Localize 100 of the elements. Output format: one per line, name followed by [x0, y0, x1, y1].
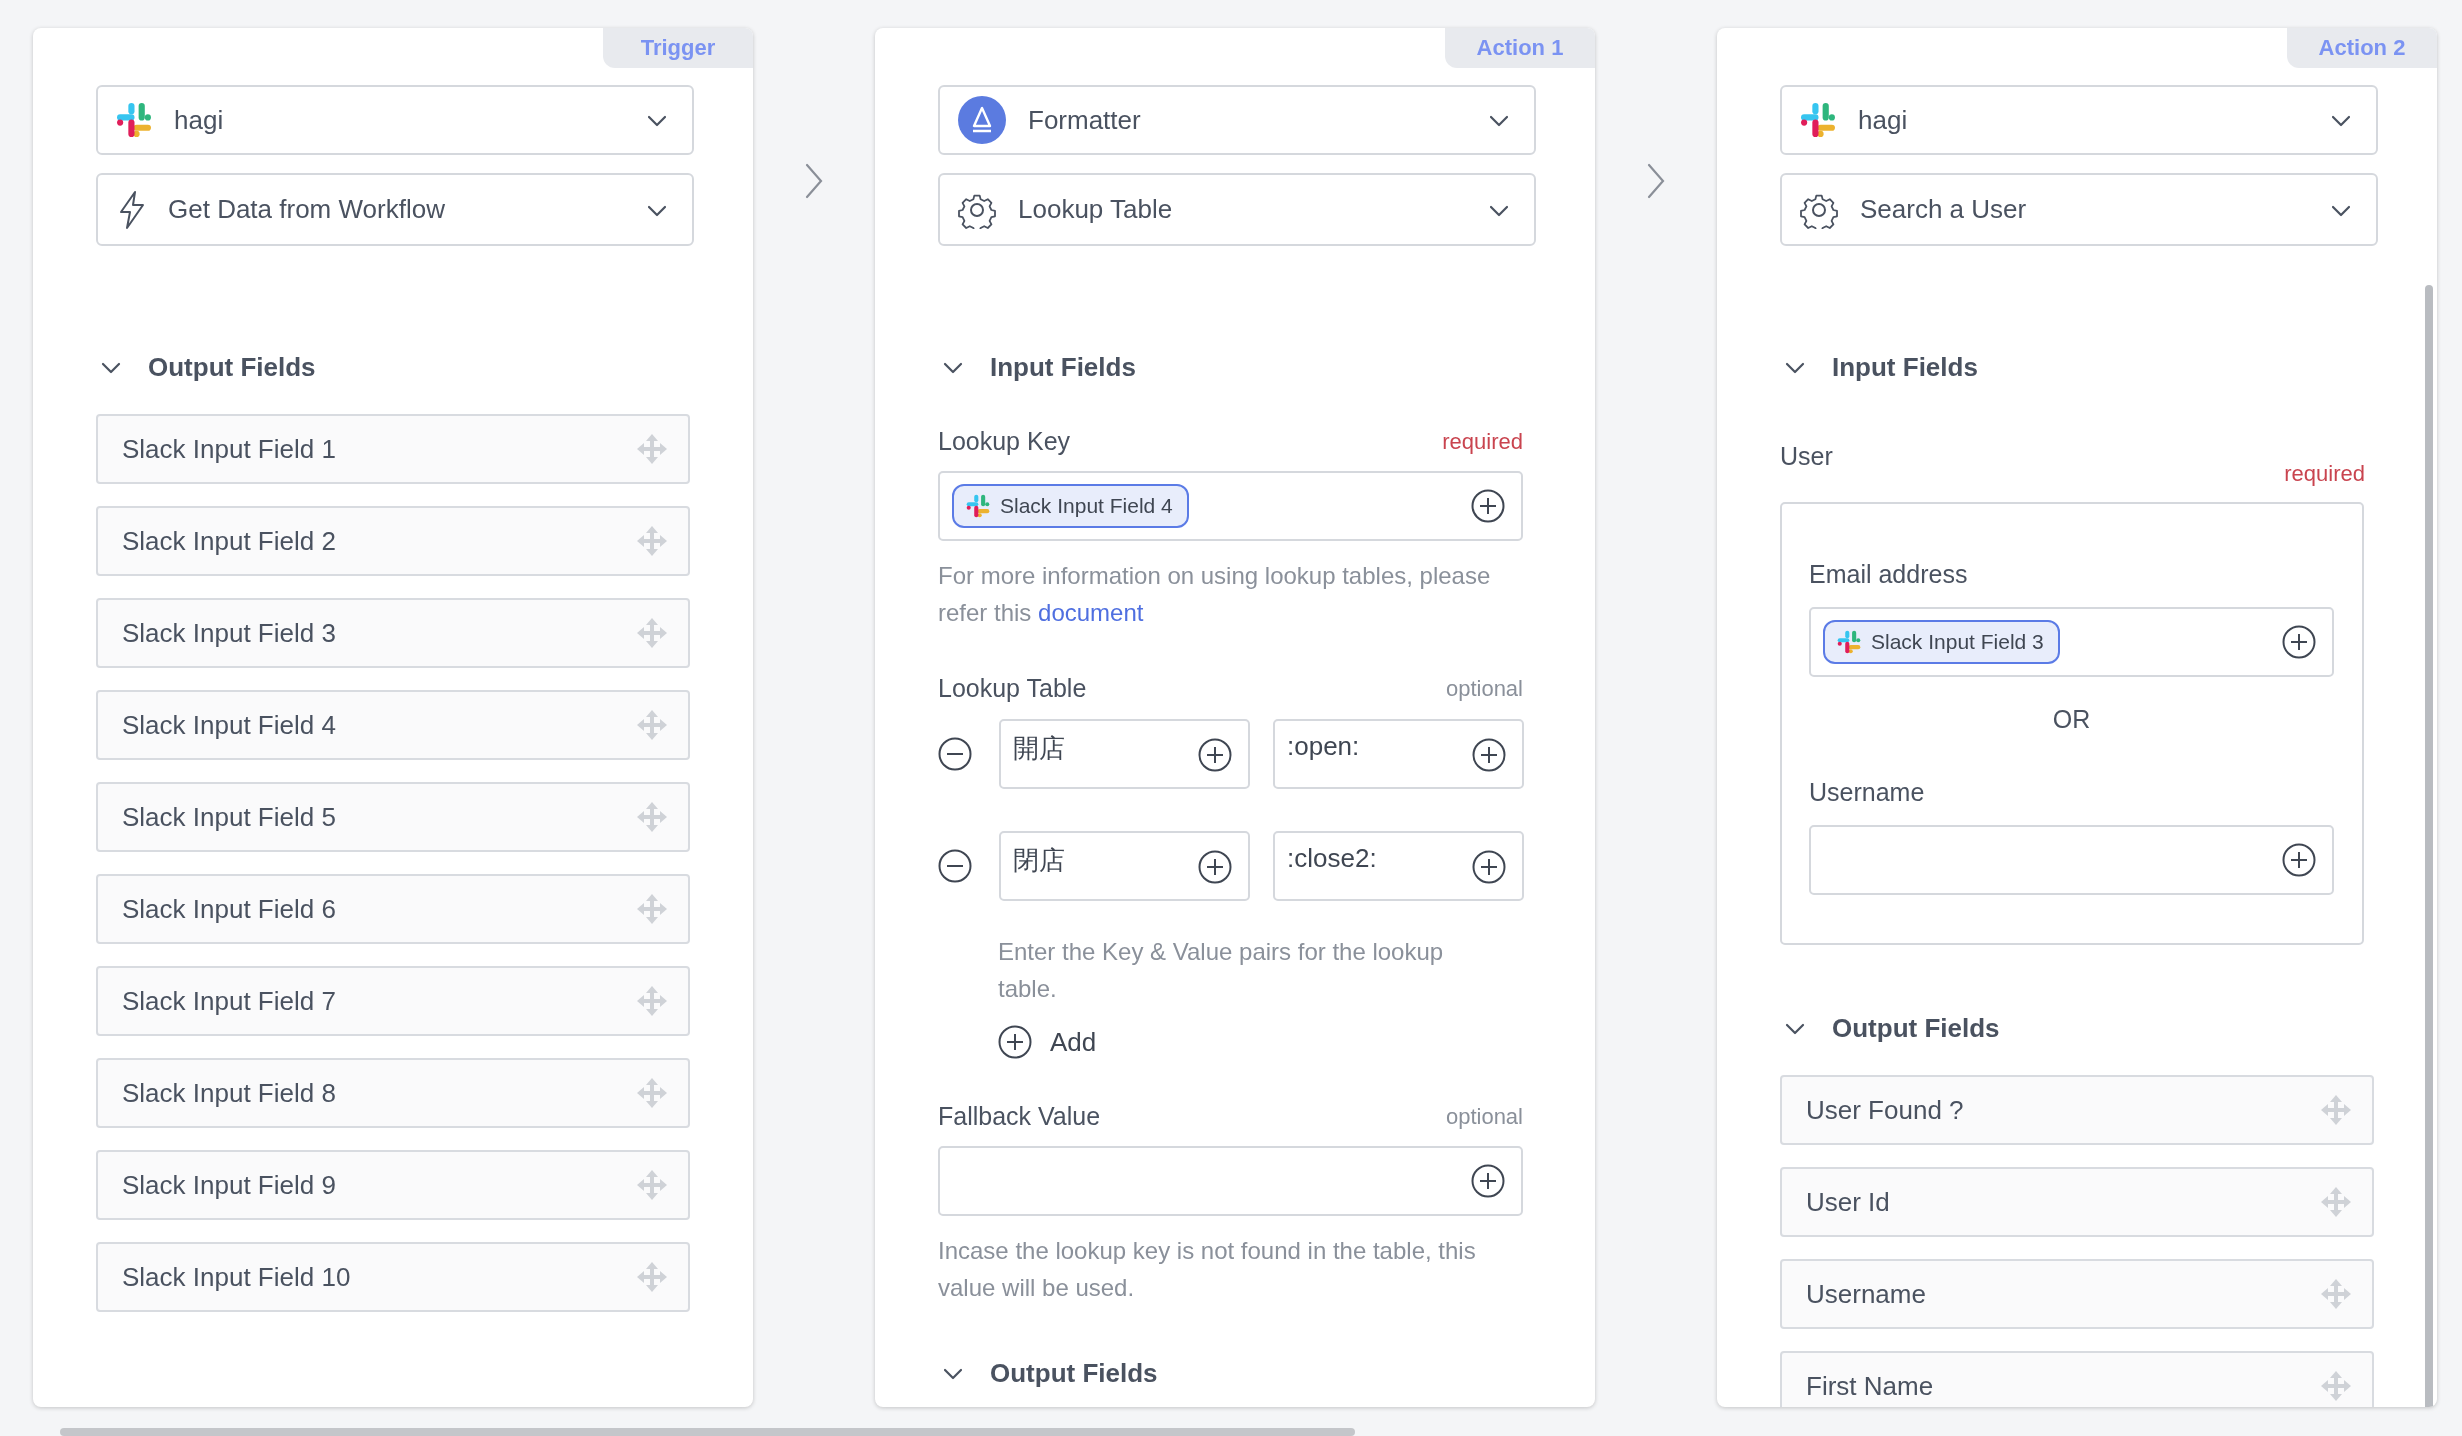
field-name: User Found ?: [1806, 1094, 1964, 1126]
app-dropdown[interactable]: Formatter: [938, 85, 1536, 155]
section-title: Output Fields: [148, 351, 316, 383]
move-handle-icon[interactable]: [636, 801, 668, 833]
field-label: User: [1780, 442, 1833, 471]
output-field[interactable]: Slack Input Field 10: [96, 1242, 690, 1312]
output-field[interactable]: User Found ?: [1780, 1075, 2374, 1145]
key-field[interactable]: 閉店: [999, 831, 1250, 901]
field-name: Slack Input Field 2: [122, 525, 336, 557]
output-field[interactable]: Slack Input Field 4: [96, 690, 690, 760]
minus-circle-icon[interactable]: [938, 737, 972, 771]
output-field[interactable]: Slack Input Field 3: [96, 598, 690, 668]
field-label: Fallback Value: [938, 1102, 1101, 1131]
field-name: Slack Input Field 3: [122, 617, 336, 649]
step-label: Trigger: [603, 28, 753, 68]
output-field[interactable]: Username: [1780, 1259, 2374, 1329]
move-handle-icon[interactable]: [2320, 1094, 2352, 1126]
plus-circle-icon[interactable]: [998, 1025, 1032, 1059]
value-field[interactable]: :open:: [1273, 719, 1524, 789]
move-handle-icon[interactable]: [636, 985, 668, 1017]
help-text: For more information on using lookup tables, please refer this document: [938, 561, 1492, 628]
app-dropdown[interactable]: hagi: [96, 85, 694, 155]
section-title: Input Fields: [1832, 351, 1978, 383]
move-handle-icon[interactable]: [636, 433, 668, 465]
help-text: Incase the lookup key is not found in the table, this value will be used.: [938, 1236, 1477, 1303]
key-field[interactable]: 開店: [999, 719, 1250, 789]
move-handle-icon[interactable]: [636, 1261, 668, 1293]
app-logo-icon: [966, 494, 990, 518]
move-handle-icon[interactable]: [636, 893, 668, 925]
plus-circle-icon[interactable]: [1471, 1164, 1505, 1198]
add-button[interactable]: Add: [998, 1025, 1097, 1059]
field-name: Slack Input Field 8: [122, 1077, 336, 1109]
app-logo-icon: [958, 96, 1006, 144]
section-title: Output Fields: [990, 1357, 1158, 1389]
output-field[interactable]: First Name: [1780, 1351, 2374, 1407]
event-dropdown[interactable]: Get Data from Workflow: [96, 173, 694, 246]
step-label: Action 2: [2287, 28, 2437, 68]
plus-circle-icon[interactable]: [1471, 489, 1505, 523]
move-handle-icon[interactable]: [636, 709, 668, 741]
move-handle-icon[interactable]: [636, 617, 668, 649]
event-dropdown[interactable]: Lookup Table: [938, 173, 1536, 246]
output-field[interactable]: Slack Input Field 2: [96, 506, 690, 576]
section-title: Input Fields: [990, 351, 1136, 383]
move-handle-icon[interactable]: [2320, 1370, 2352, 1402]
field-name: Slack Input Field 7: [122, 985, 336, 1017]
field-name: User Id: [1806, 1186, 1890, 1218]
output-field[interactable]: Slack Input Field 8: [96, 1058, 690, 1128]
move-handle-icon[interactable]: [636, 1077, 668, 1109]
field-name: Slack Input Field 5: [122, 801, 336, 833]
field-name: Slack Input Field 1: [122, 433, 336, 465]
move-handle-icon[interactable]: [2320, 1278, 2352, 1310]
scrollbar-thumb[interactable]: [2425, 285, 2433, 1407]
field-token[interactable]: Slack Input Field 4: [952, 484, 1189, 528]
app-logo-icon: [1837, 630, 1861, 654]
field-label: Username: [1809, 778, 1926, 807]
input-field[interactable]: Slack Input Field 3: [1809, 607, 2334, 677]
plus-circle-icon[interactable]: [1198, 850, 1232, 884]
field-name: Slack Input Field 6: [122, 893, 336, 925]
value-field[interactable]: :close2:: [1273, 831, 1524, 901]
input-field[interactable]: Slack Input Field 4: [938, 471, 1523, 541]
output-field[interactable]: Slack Input Field 1: [96, 414, 690, 484]
move-handle-icon[interactable]: [636, 525, 668, 557]
requirement-label: optional: [1445, 675, 1523, 702]
plus-circle-icon[interactable]: [1472, 738, 1506, 772]
step-label: Action 1: [1445, 28, 1595, 68]
input-field[interactable]: [1809, 825, 2334, 895]
field-name: Slack Input Field 10: [122, 1261, 351, 1293]
output-field[interactable]: Slack Input Field 5: [96, 782, 690, 852]
input-field[interactable]: [938, 1146, 1523, 1216]
chevron-right-icon: [1646, 163, 1666, 199]
field-name: First Name: [1806, 1370, 1934, 1402]
help-text: Enter the Key & Value pairs for the lookup table.: [998, 937, 1445, 1004]
field-label: Email address: [1809, 560, 1969, 589]
field-label: Lookup Table: [938, 674, 1087, 703]
event-dropdown[interactable]: Search a User: [1780, 173, 2378, 246]
requirement-label: optional: [1445, 1103, 1523, 1130]
plus-circle-icon[interactable]: [1472, 850, 1506, 884]
field-label: Lookup Key: [938, 427, 1071, 456]
plus-circle-icon[interactable]: [2282, 843, 2316, 877]
output-field[interactable]: Slack Input Field 6: [96, 874, 690, 944]
move-handle-icon[interactable]: [2320, 1186, 2352, 1218]
field-name: Slack Input Field 9: [122, 1169, 336, 1201]
section-title: Output Fields: [1832, 1012, 2000, 1044]
requirement-label: required: [2284, 461, 2365, 487]
move-handle-icon[interactable]: [636, 1169, 668, 1201]
field-name: Username: [1806, 1278, 1926, 1310]
scrollbar-thumb[interactable]: [60, 1428, 1355, 1436]
plus-circle-icon[interactable]: [2282, 625, 2316, 659]
field-token[interactable]: Slack Input Field 3: [1823, 620, 2060, 664]
minus-circle-icon[interactable]: [938, 849, 972, 883]
chevron-right-icon: [804, 163, 824, 199]
plus-circle-icon[interactable]: [1198, 738, 1232, 772]
document-link[interactable]: document: [1038, 599, 1144, 626]
output-field[interactable]: Slack Input Field 9: [96, 1150, 690, 1220]
separator-text: OR: [2051, 705, 2092, 734]
output-field[interactable]: User Id: [1780, 1167, 2374, 1237]
requirement-label: required: [1442, 428, 1523, 455]
app-dropdown[interactable]: hagi: [1780, 85, 2378, 155]
output-field[interactable]: Slack Input Field 7: [96, 966, 690, 1036]
field-name: Slack Input Field 4: [122, 709, 336, 741]
